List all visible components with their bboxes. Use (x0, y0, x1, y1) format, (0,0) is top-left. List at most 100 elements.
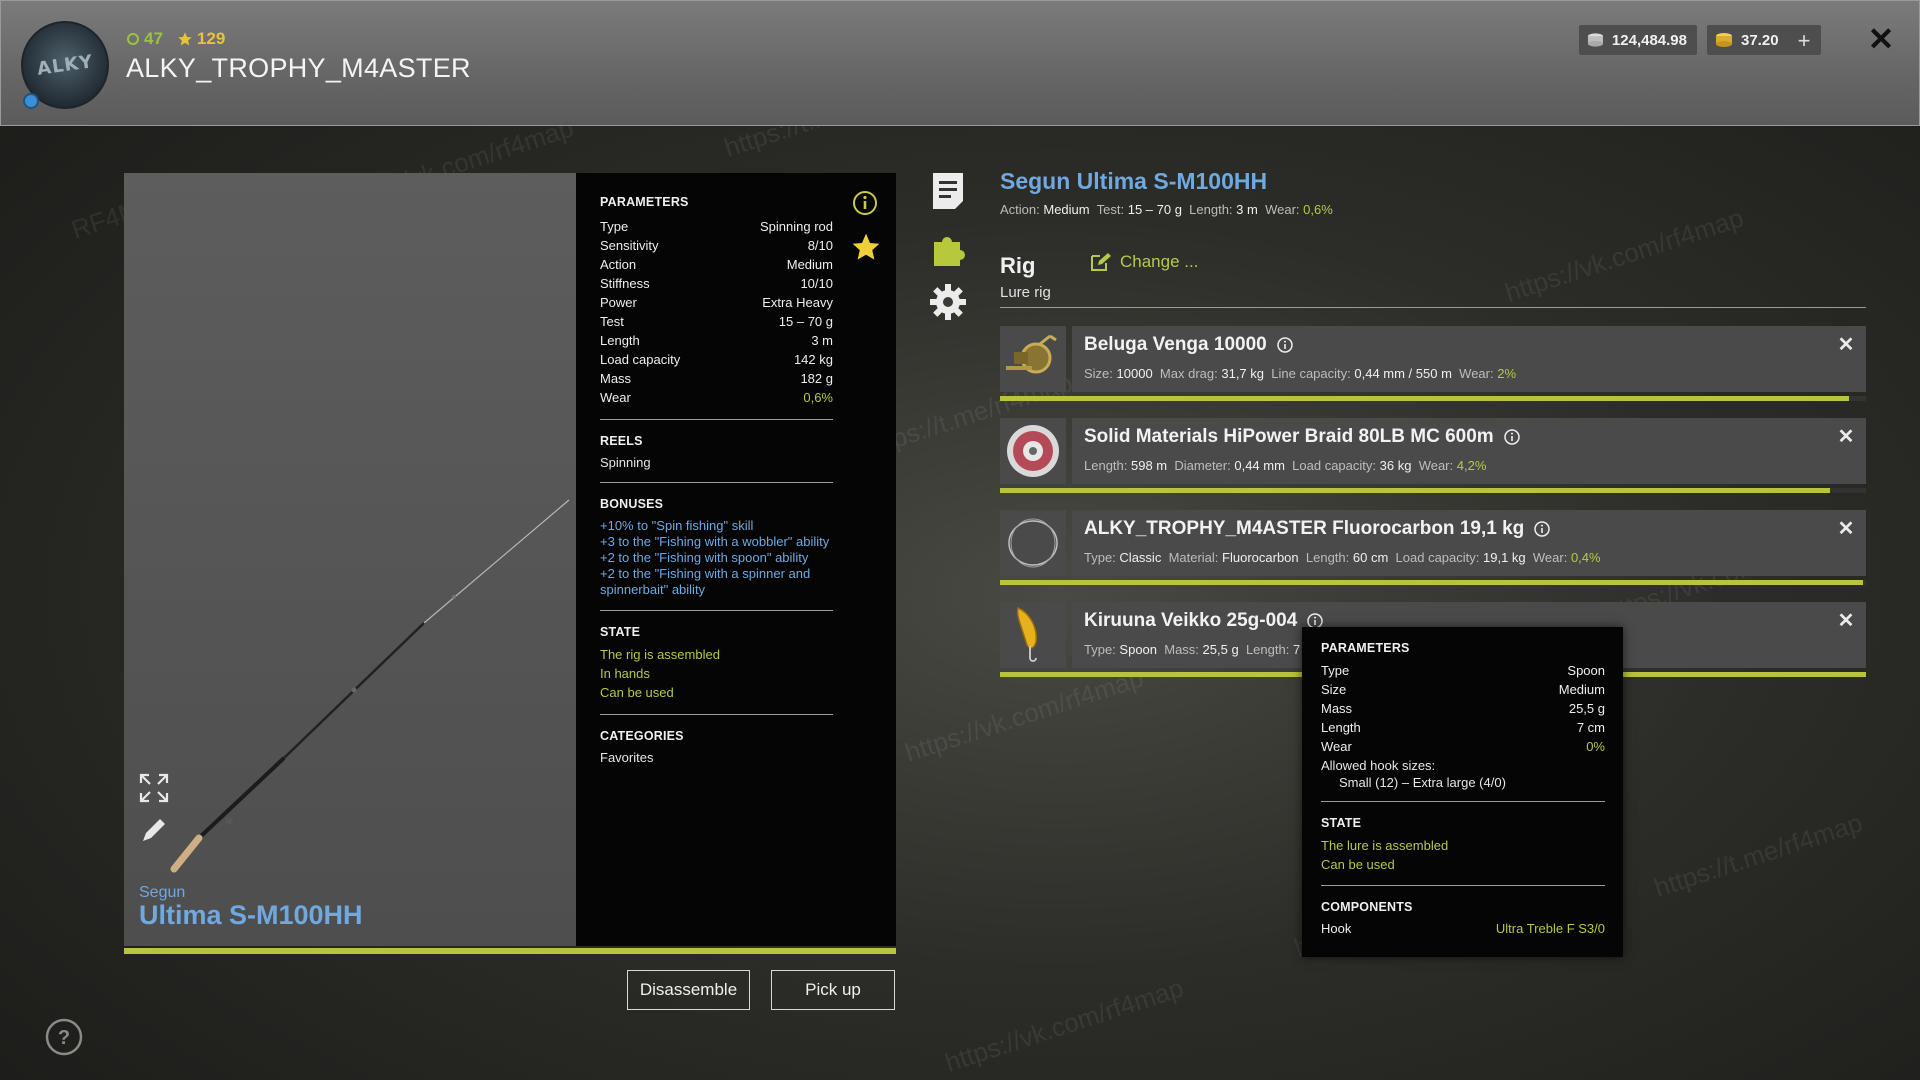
meta-value: 4,2% (1456, 458, 1487, 473)
meta-label: Wear: (1418, 458, 1454, 473)
watermark: https://vk.com/rf4map (941, 972, 1187, 1078)
tooltip-parameters-heading: PARAMETERS (1321, 641, 1410, 655)
state-list: The rig is assembled In hands Can be use… (600, 645, 833, 702)
tooltip-param-row: Type Spoon (1321, 661, 1605, 680)
param-value: 0% (1586, 739, 1605, 754)
meta-value: 36 kg (1379, 458, 1412, 473)
meta-value: 0,44 mm (1234, 458, 1285, 473)
param-label: Size (1321, 682, 1347, 697)
plus-icon[interactable]: + (1791, 28, 1817, 54)
rig-slot-line[interactable]: Solid Materials HiPower Braid 80LB MC 60… (1000, 418, 1866, 493)
rod-preview[interactable] (124, 173, 576, 946)
favorite-star-icon[interactable] (850, 231, 882, 263)
meta-value: 31,7 kg (1221, 366, 1265, 381)
silver-value: 124,484.98 (1611, 31, 1687, 49)
info-icon[interactable] (1276, 337, 1293, 353)
divider (1321, 801, 1605, 802)
gear-icon[interactable] (928, 282, 968, 322)
hook-sizes-value: Small (12) – Extra large (4/0) (1339, 775, 1506, 790)
bonuses-list: +10% to "Spin fishing" skill +3 to the "… (600, 518, 833, 598)
param-value: Extra Heavy (762, 295, 833, 310)
rating-star-icon (178, 32, 192, 46)
state-heading: STATE (600, 625, 641, 639)
close-icon[interactable]: ✕ (1836, 610, 1856, 632)
condition-bar (1000, 396, 1849, 401)
param-label: Mass (1321, 701, 1353, 716)
watermark: https://vk.com/rf4map (901, 662, 1147, 768)
spoon-lure-image (1016, 606, 1037, 662)
meta-label: Length: (1084, 458, 1128, 473)
rig-rod-meta: Action: Medium Test: 15 – 70 g Length: 3… (1000, 202, 1333, 217)
param-value: Medium (786, 257, 833, 272)
meta-label: Load capacity: (1395, 550, 1480, 565)
lure-thumbnail (1000, 602, 1066, 668)
fullscreen-icon[interactable] (139, 773, 169, 803)
meta-value: Spoon (1119, 642, 1158, 657)
param-label: Sensitivity (600, 238, 659, 253)
divider (600, 419, 833, 420)
meta-label: Action: (1000, 202, 1040, 217)
leader-image (1008, 518, 1058, 568)
param-label: Load capacity (600, 352, 681, 367)
param-value: 3 m (811, 333, 833, 348)
rig-rod-name[interactable]: Segun Ultima S-M100HH (1000, 168, 1267, 195)
param-label: Length (1321, 720, 1361, 735)
meta-value: 10000 (1116, 366, 1153, 381)
param-row: Action Medium (600, 255, 833, 274)
param-row: Type Spinning rod (600, 217, 833, 236)
param-row: Stiffness 10/10 (600, 274, 833, 293)
rig-slot-reel[interactable]: Beluga Venga 10000 Size: 10000 Max drag:… (1000, 326, 1866, 401)
leader-meta: Type: Classic Material: Fluorocarbon Len… (1084, 550, 1601, 565)
help-icon[interactable]: ? (44, 1017, 84, 1057)
param-label: Power (600, 295, 637, 310)
info-icon[interactable] (1534, 521, 1550, 537)
reel-name: Beluga Venga 10000 (1084, 334, 1293, 356)
tooltip-param-row: Wear 0% (1321, 737, 1605, 756)
param-row: Sensitivity 8/10 (600, 236, 833, 255)
document-icon[interactable] (930, 171, 966, 211)
gold-coin-icon (1716, 33, 1732, 47)
edit-icon[interactable] (139, 815, 169, 845)
component-value: Ultra Treble F S3/0 (1495, 921, 1605, 936)
bonus-item: +2 to the "Fishing with spoon" ability (600, 550, 809, 565)
meta-label: Diameter: (1174, 458, 1231, 473)
param-label: Wear (600, 390, 631, 405)
meta-label: Size: (1084, 366, 1113, 381)
close-icon[interactable]: ✕ (1836, 426, 1856, 448)
lure-tooltip: PARAMETERS Type Spoon Size Medium Mass 25,5… (1302, 627, 1623, 957)
meta-label: Load capacity: (1292, 458, 1377, 473)
info-icon[interactable] (852, 190, 878, 216)
param-value: Spoon (1567, 663, 1605, 678)
watermark: https://vk.com/rf4map (1501, 202, 1747, 308)
close-icon[interactable]: ✕ (1865, 21, 1897, 57)
change-label: Change ... (1120, 252, 1199, 271)
tooltip-state-list: The lure is assembled Can be used (1321, 836, 1605, 874)
puzzle-icon[interactable] (930, 230, 968, 268)
pickup-button[interactable]: Pick up (771, 970, 895, 1010)
rig-title: Rig (1000, 253, 1036, 278)
rod-condition-bar (124, 948, 896, 954)
disassemble-button[interactable]: Disassemble (627, 970, 750, 1010)
meta-label: Length: (1245, 642, 1290, 657)
divider (600, 482, 833, 483)
param-label: Wear (1321, 739, 1352, 754)
hook-sizes-label: Allowed hook sizes: (1321, 758, 1436, 773)
change-rig-button[interactable]: Change ... (1090, 252, 1198, 272)
meta-value: 19,1 kg (1483, 550, 1526, 565)
meta-label: Max drag: (1159, 366, 1218, 381)
categories-value: Favorites (600, 750, 654, 765)
tooltip-param-row: Size Medium (1321, 680, 1605, 699)
rod-image (170, 499, 570, 873)
param-value: Spinning rod (760, 219, 833, 234)
param-label: Length (600, 333, 640, 348)
meta-label: Length: (1189, 202, 1233, 217)
meta-value: 2% (1497, 366, 1517, 381)
info-icon[interactable] (1503, 429, 1520, 445)
close-icon[interactable]: ✕ (1836, 334, 1856, 356)
line-meta: Length: 598 m Diameter: 0,44 mm Load cap… (1084, 458, 1486, 473)
parameters-list: Type Spinning rod Sensitivity 8/10 Action M… (600, 217, 833, 407)
rig-slot-leader[interactable]: ALKY_TROPHY_M4ASTER Fluorocarbon 19,1 kg… (1000, 510, 1866, 585)
player-name: ALKY_TROPHY_M4ASTER (126, 53, 471, 83)
close-icon[interactable]: ✕ (1836, 518, 1856, 540)
level-stat: 47 (126, 29, 163, 49)
